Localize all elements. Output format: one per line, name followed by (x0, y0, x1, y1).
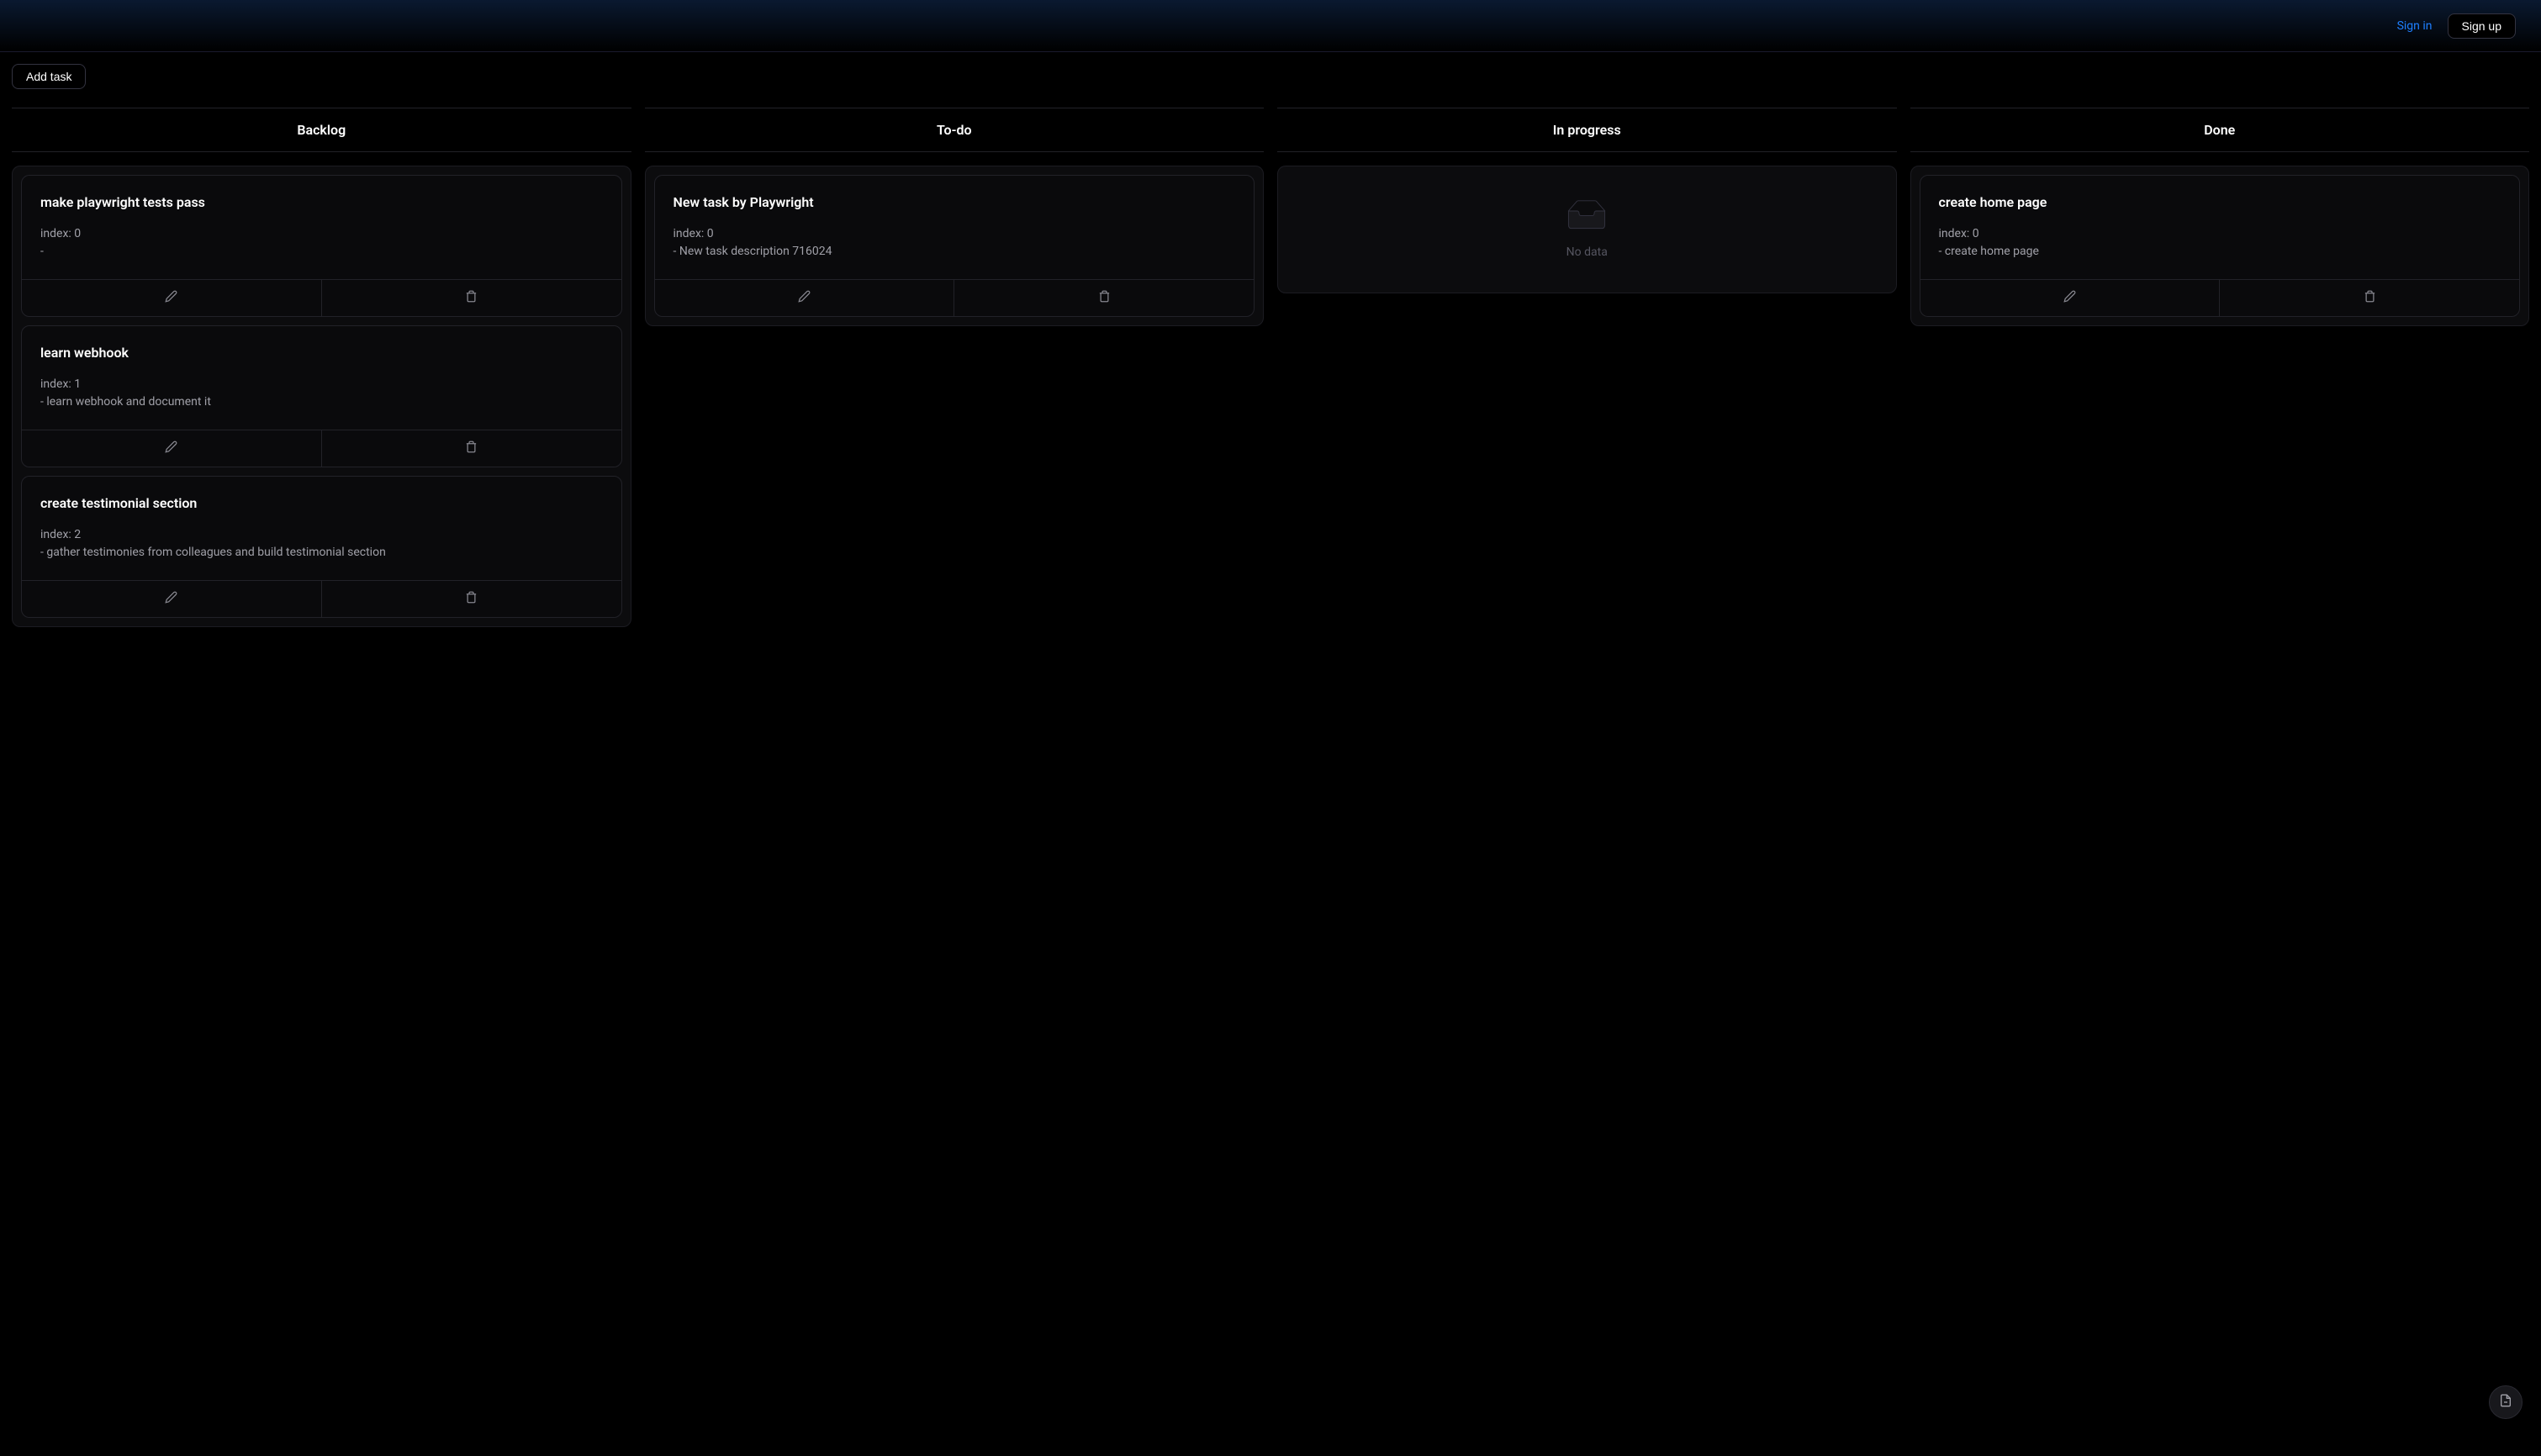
card-description: - create home page (1939, 243, 2501, 261)
trash-icon (465, 591, 478, 607)
trash-icon (2364, 290, 2376, 306)
column-in-progress: In progress No data (1277, 108, 1897, 627)
delete-button[interactable] (954, 280, 1254, 316)
task-card[interactable]: learn webhook index: 1 - learn webhook a… (21, 325, 622, 467)
delete-button[interactable] (322, 430, 621, 467)
card-description: - learn webhook and document it (40, 393, 603, 411)
card-title: New task by Playwright (674, 194, 1236, 210)
trash-icon (465, 440, 478, 456)
edit-button[interactable] (655, 280, 955, 316)
empty-text: No data (1566, 245, 1608, 259)
edit-button[interactable] (22, 430, 322, 467)
delete-button[interactable] (322, 280, 621, 316)
content: Add task Backlog make playwright tests p… (0, 52, 2541, 639)
add-task-button[interactable]: Add task (12, 64, 86, 89)
sign-in-link[interactable]: Sign in (2397, 19, 2433, 33)
header-links: Sign in Sign up (2397, 13, 2516, 39)
card-body: create home page index: 0 - create home … (1920, 176, 2520, 279)
inbox-icon (1561, 200, 1612, 245)
card-actions (22, 580, 621, 617)
card-title: learn webhook (40, 345, 603, 361)
column-backlog: Backlog make playwright tests pass index… (12, 108, 631, 627)
card-actions (1920, 279, 2520, 316)
edit-icon (165, 440, 177, 456)
edit-icon (2063, 290, 2076, 306)
card-index: index: 0 (40, 225, 603, 243)
edit-button[interactable] (1920, 280, 2221, 316)
edit-icon (798, 290, 811, 306)
card-description: - gather testimonies from colleagues and… (40, 544, 603, 562)
card-body: learn webhook index: 1 - learn webhook a… (22, 326, 621, 430)
column-body: make playwright tests pass index: 0 - (12, 166, 631, 627)
delete-button[interactable] (2220, 280, 2519, 316)
card-body: New task by Playwright index: 0 - New ta… (655, 176, 1255, 279)
column-body: create home page index: 0 - create home … (1910, 166, 2530, 326)
task-card[interactable]: make playwright tests pass index: 0 - (21, 175, 622, 317)
trash-icon (465, 290, 478, 306)
edit-button[interactable] (22, 280, 322, 316)
empty-state: No data (1286, 175, 1888, 284)
fab-button[interactable] (2489, 1385, 2523, 1419)
column-header: In progress (1277, 108, 1897, 152)
trash-icon (1098, 290, 1111, 306)
edit-button[interactable] (22, 581, 322, 617)
card-description: - New task description 716024 (674, 243, 1236, 261)
card-index: index: 0 (1939, 225, 2501, 243)
column-done: Done create home page index: 0 - create … (1910, 108, 2530, 627)
task-card[interactable]: create testimonial section index: 2 - ga… (21, 476, 622, 618)
column-todo: To-do New task by Playwright index: 0 - … (645, 108, 1265, 627)
column-header: To-do (645, 108, 1265, 152)
column-body: No data (1277, 166, 1897, 293)
column-header: Backlog (12, 108, 631, 152)
edit-icon (165, 591, 177, 607)
task-card[interactable]: create home page index: 0 - create home … (1920, 175, 2521, 317)
card-body: create testimonial section index: 2 - ga… (22, 477, 621, 580)
card-index: index: 2 (40, 526, 603, 544)
task-card[interactable]: New task by Playwright index: 0 - New ta… (654, 175, 1255, 317)
card-title: make playwright tests pass (40, 194, 603, 210)
card-title: create testimonial section (40, 495, 603, 511)
card-body: make playwright tests pass index: 0 - (22, 176, 621, 279)
column-header: Done (1910, 108, 2530, 152)
card-description: - (40, 243, 603, 261)
card-index: index: 0 (674, 225, 1236, 243)
document-icon (2499, 1394, 2512, 1411)
card-actions (22, 430, 621, 467)
sign-up-button[interactable]: Sign up (2448, 13, 2516, 39)
column-body: New task by Playwright index: 0 - New ta… (645, 166, 1265, 326)
header: Sign in Sign up (0, 0, 2541, 52)
card-index: index: 1 (40, 376, 603, 393)
card-actions (655, 279, 1255, 316)
card-title: create home page (1939, 194, 2501, 210)
delete-button[interactable] (322, 581, 621, 617)
edit-icon (165, 290, 177, 306)
kanban-board: Backlog make playwright tests pass index… (12, 108, 2529, 627)
card-actions (22, 279, 621, 316)
